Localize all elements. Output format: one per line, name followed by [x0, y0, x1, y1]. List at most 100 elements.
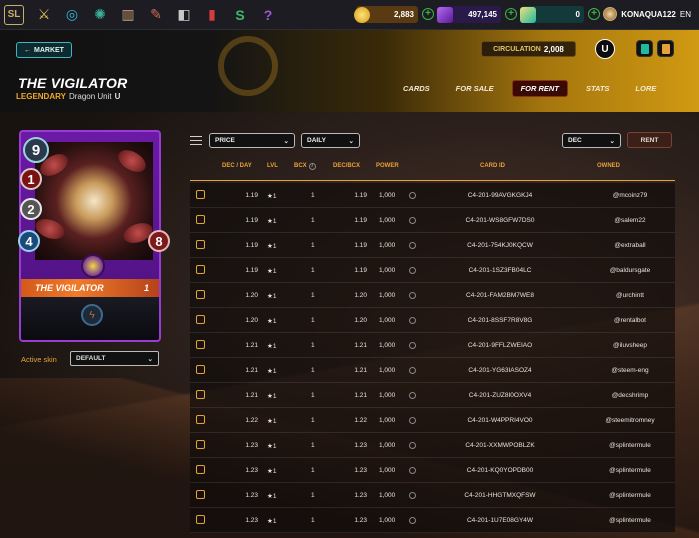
col-owned[interactable]: OWNED: [597, 163, 620, 169]
owner-name[interactable]: @urchintt: [585, 292, 675, 299]
row-checkbox[interactable]: [196, 365, 205, 374]
card-id[interactable]: C4-201-9FFLZWEIAO: [445, 342, 555, 349]
language-selector[interactable]: EN: [680, 10, 691, 19]
help-icon[interactable]: ?: [259, 6, 277, 24]
owner-name[interactable]: @rentalbot: [585, 317, 675, 324]
credits-balance[interactable]: 2,883 +: [354, 6, 434, 23]
banner-icon[interactable]: ▮: [203, 6, 221, 24]
row-checkbox[interactable]: [196, 215, 205, 224]
card-id[interactable]: C4-201-XXMWPOBLZK: [445, 442, 555, 449]
row-checkbox[interactable]: [196, 490, 205, 499]
row-checkbox[interactable]: [196, 315, 205, 324]
user-menu[interactable]: KONAQUA122 EN: [603, 7, 691, 21]
currency-select[interactable]: DEC ⌄: [562, 133, 621, 148]
market-back-button[interactable]: ← MARKET: [16, 42, 72, 58]
swirl-icon[interactable]: ◎: [63, 6, 81, 24]
dec-per-bcx: 1.21: [354, 342, 367, 349]
card-id[interactable]: C4-201-KQ0YOPDB00: [445, 467, 555, 474]
tab-for-sale[interactable]: FOR SALE: [448, 81, 502, 96]
owner-name[interactable]: @splintermule: [585, 492, 675, 499]
table-row[interactable]: 1.21 ★1 1 1.21 1,000 C4-201-9FFLZWEIAO @…: [190, 333, 675, 358]
card-id[interactable]: C4-201-99AVGKGKJ4: [445, 192, 555, 199]
col-card-id[interactable]: CARD ID: [480, 163, 505, 169]
card-id[interactable]: C4-201-1U7E08GY4W: [445, 517, 555, 524]
table-row[interactable]: 1.19 ★1 1 1.19 1,000 C4-201-99AVGKGKJ4 @…: [190, 183, 675, 208]
owner-name[interactable]: @splintermule: [585, 517, 675, 524]
owner-name[interactable]: @decshrimp: [585, 392, 675, 399]
owner-name[interactable]: @mcoinz79: [585, 192, 675, 199]
tab-for-rent[interactable]: FOR RENT: [511, 79, 568, 97]
s-logo-icon[interactable]: S: [231, 6, 249, 24]
card-id[interactable]: C4-201-YG63IASOZ4: [445, 367, 555, 374]
dec-per-bcx: 1.23: [354, 517, 367, 524]
card-view-teal-icon[interactable]: [636, 40, 653, 57]
table-row[interactable]: 1.23 ★1 1 1.23 1,000 C4-201-1U7E08GY4W @…: [190, 508, 675, 533]
chest-icon[interactable]: ◧: [175, 6, 193, 24]
card-level: ★1: [267, 468, 277, 475]
sword2-icon[interactable]: ✎: [147, 6, 165, 24]
row-checkbox[interactable]: [196, 290, 205, 299]
owner-name[interactable]: @iluvsheep: [585, 342, 675, 349]
card-id[interactable]: C4-201-HHGTMXQFSW: [445, 492, 555, 499]
row-checkbox[interactable]: [196, 515, 205, 524]
sort-select[interactable]: PRICE ⌄: [209, 133, 295, 148]
tab-stats[interactable]: STATS: [578, 81, 617, 96]
add-dec-button[interactable]: +: [505, 8, 517, 20]
logo[interactable]: SL: [4, 4, 24, 25]
row-checkbox[interactable]: [196, 340, 205, 349]
row-checkbox[interactable]: [196, 415, 205, 424]
period-select[interactable]: DAILY ⌄: [301, 133, 360, 148]
owner-name[interactable]: @baldursgate: [585, 267, 675, 274]
table-row[interactable]: 1.19 ★1 1 1.19 1,000 C4-201-1SZ3FB04LC @…: [190, 258, 675, 283]
col-dec-bcx[interactable]: DEC/BCX: [333, 163, 360, 169]
card-view-gold-icon[interactable]: [657, 40, 674, 57]
table-row[interactable]: 1.21 ★1 1 1.21 1,000 C4-201-YG63IASOZ4 @…: [190, 358, 675, 383]
dec-per-bcx: 1.22: [354, 417, 367, 424]
owner-name[interactable]: @extraball: [585, 242, 675, 249]
owner-name[interactable]: @steem-eng: [585, 367, 675, 374]
owner-name[interactable]: @splintermule: [585, 467, 675, 474]
table-row[interactable]: 1.23 ★1 1 1.23 1,000 C4-201-KQ0YOPDB00 @…: [190, 458, 675, 483]
sword-icon[interactable]: ⚔: [35, 6, 53, 24]
row-checkbox[interactable]: [196, 465, 205, 474]
owner-name[interactable]: @steemitromney: [585, 417, 675, 424]
row-checkbox[interactable]: [196, 265, 205, 274]
row-checkbox[interactable]: [196, 190, 205, 199]
table-row[interactable]: 1.22 ★1 1 1.22 1,000 C4-201-W4PPRI4VO0 @…: [190, 408, 675, 433]
table-row[interactable]: 1.23 ★1 1 1.23 1,000 C4-201-XXMWPOBLZK @…: [190, 433, 675, 458]
card-id[interactable]: C4-201-FAM2BM7WE8: [445, 292, 555, 299]
card-id[interactable]: C4-201-754KJ0KQCW: [445, 242, 555, 249]
row-checkbox[interactable]: [196, 390, 205, 399]
owner-name[interactable]: @salem22: [585, 217, 675, 224]
table-row[interactable]: 1.20 ★1 1 1.20 1,000 C4-201-8SSF7R8V8G @…: [190, 308, 675, 333]
card-id[interactable]: C4-201-8SSF7R8V8G: [445, 317, 555, 324]
row-checkbox[interactable]: [196, 240, 205, 249]
table-row[interactable]: 1.19 ★1 1 1.19 1,000 C4-201-WS8GFW7DS0 @…: [190, 208, 675, 233]
table-row[interactable]: 1.20 ★1 1 1.20 1,000 C4-201-FAM2BM7WE8 @…: [190, 283, 675, 308]
row-checkbox[interactable]: [196, 440, 205, 449]
owner-name[interactable]: @splintermule: [585, 442, 675, 449]
skin-select[interactable]: DEFAULT ⌄: [70, 351, 159, 366]
filter-icon[interactable]: [190, 136, 202, 146]
tab-lore[interactable]: LORE: [627, 81, 664, 96]
card-id[interactable]: C4-201-WS8GFW7DS0: [445, 217, 555, 224]
table-row[interactable]: 1.21 ★1 1 1.21 1,000 C4-201-ZUZ8I0OXV4 @…: [190, 383, 675, 408]
globe-icon[interactable]: ✺: [91, 6, 109, 24]
col-bcx[interactable]: BCX i: [294, 163, 316, 170]
card-level: ★1: [267, 343, 277, 350]
col-power[interactable]: POWER: [376, 163, 399, 169]
card-id[interactable]: C4-201-1SZ3FB04LC: [445, 267, 555, 274]
add-sps-button[interactable]: +: [588, 8, 600, 20]
card-id[interactable]: C4-201-ZUZ8I0OXV4: [445, 392, 555, 399]
tab-cards[interactable]: CARDS: [395, 81, 438, 96]
table-row[interactable]: 1.23 ★1 1 1.23 1,000 C4-201-HHGTMXQFSW @…: [190, 483, 675, 508]
dec-balance[interactable]: 497,145 +: [437, 6, 517, 23]
card-id[interactable]: C4-201-W4PPRI4VO0: [445, 417, 555, 424]
map-icon[interactable]: ▥: [119, 6, 137, 24]
rent-button[interactable]: RENT: [627, 132, 672, 148]
table-row[interactable]: 1.19 ★1 1 1.19 1,000 C4-201-754KJ0KQCW @…: [190, 233, 675, 258]
col-lvl[interactable]: LVL: [267, 163, 278, 169]
add-credits-button[interactable]: +: [422, 8, 434, 20]
col-dec-day[interactable]: DEC / DAY: [222, 163, 252, 169]
sps-balance[interactable]: 0 +: [520, 6, 600, 23]
